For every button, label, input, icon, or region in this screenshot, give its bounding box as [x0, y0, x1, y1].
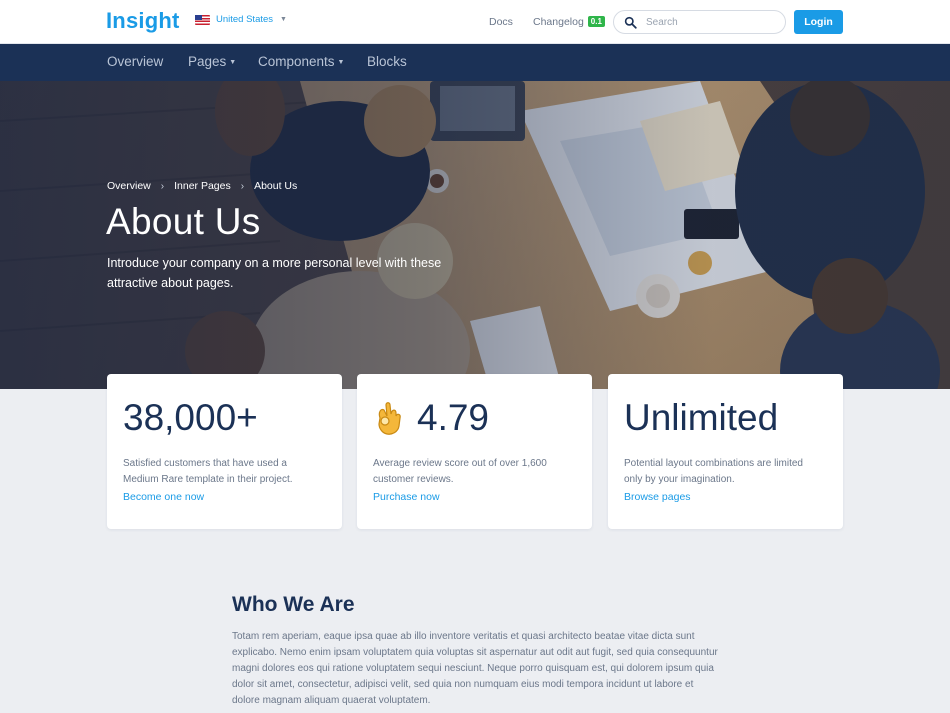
main-nav: Overview Pages ▼ Components ▼ Blocks	[0, 44, 950, 81]
become-one-now-link[interactable]: Become one now	[123, 491, 204, 503]
brand-logo[interactable]: Insight	[106, 8, 180, 34]
caret-down-icon: ▼	[229, 59, 237, 66]
caret-down-icon: ▼	[337, 59, 345, 66]
breadcrumb-inner-pages[interactable]: Inner Pages	[174, 180, 231, 192]
stat-description: Average review score out of over 1,600 c…	[373, 458, 547, 485]
section-body: Totam rem aperiam, eaque ipsa quae ab il…	[232, 631, 718, 706]
nav-overview[interactable]: Overview	[107, 54, 163, 69]
search-input[interactable]	[646, 16, 766, 28]
breadcrumb: Overview › Inner Pages › About Us	[107, 180, 297, 192]
search-icon	[624, 16, 637, 29]
chevron-right-icon: ›	[160, 180, 165, 192]
country-label: United States	[216, 14, 274, 25]
login-button[interactable]: Login	[794, 10, 843, 34]
nav-blocks[interactable]: Blocks	[367, 54, 407, 69]
breadcrumb-current: About Us	[254, 180, 298, 192]
stat-card-layouts: Unlimited Potential layout combinations …	[608, 374, 843, 529]
stat-value: 4.79	[417, 397, 490, 438]
search-box[interactable]	[613, 10, 786, 34]
caret-down-icon: ▼	[280, 16, 287, 23]
nav-pages[interactable]: Pages ▼	[188, 54, 236, 69]
country-selector[interactable]: United States ▼	[195, 14, 287, 25]
purchase-now-link[interactable]: Purchase now	[373, 491, 440, 503]
nav-pages-label: Pages	[188, 54, 227, 69]
hero-section: Overview › Inner Pages › About Us About …	[0, 81, 950, 389]
changelog-link[interactable]: Changelog 0.1	[533, 16, 605, 28]
stat-value: 38,000+	[123, 397, 258, 438]
changelog-badge: 0.1	[587, 16, 605, 27]
chevron-right-icon: ›	[240, 180, 245, 192]
browse-pages-link[interactable]: Browse pages	[624, 491, 691, 503]
docs-link[interactable]: Docs	[489, 16, 513, 28]
nav-components[interactable]: Components ▼	[258, 54, 344, 69]
page-title: About Us	[106, 201, 261, 242]
page-subtitle: Introduce your company on a more persona…	[107, 256, 442, 290]
stat-card-reviews: 4.79 Average review score out of over 1,…	[357, 374, 592, 529]
section-title: Who We Are	[232, 593, 355, 616]
breadcrumb-overview[interactable]: Overview	[107, 180, 151, 192]
stat-description: Potential layout combinations are limite…	[624, 458, 803, 485]
stat-description: Satisfied customers that have used a Med…	[123, 458, 293, 485]
top-bar: Insight United States ▼ Docs Changelog 0.…	[0, 0, 950, 44]
stat-value-row: 4.79	[373, 396, 576, 440]
stat-value: Unlimited	[624, 397, 779, 438]
changelog-label: Changelog	[533, 16, 584, 28]
ok-hand-emoji	[378, 402, 401, 435]
us-flag-icon	[195, 14, 210, 25]
nav-components-label: Components	[258, 54, 335, 69]
stat-card-customers: 38,000+ Satisfied customers that have us…	[107, 374, 342, 529]
